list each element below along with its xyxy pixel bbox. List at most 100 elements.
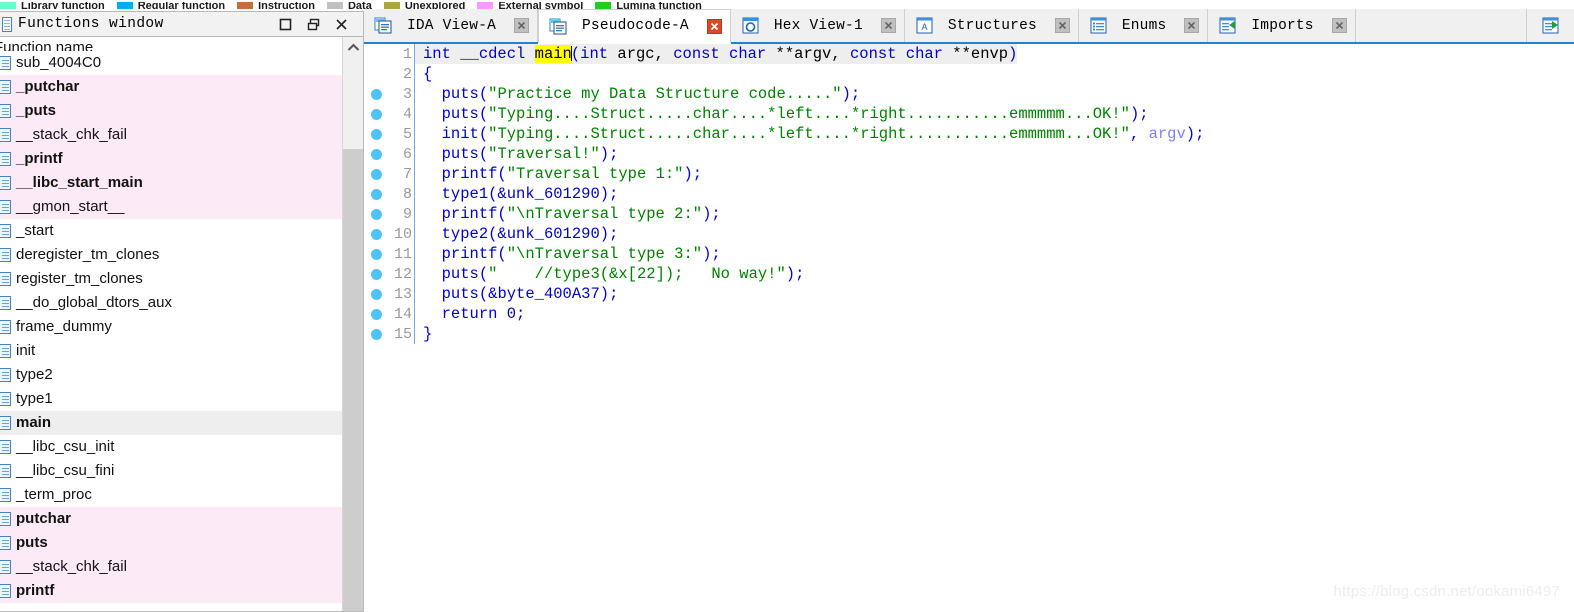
tab-close-icon[interactable] (706, 18, 722, 34)
code-line[interactable]: 11 printf("\nTraversal type 3:"); (364, 244, 1574, 264)
breakpoint-marker-icon[interactable] (364, 148, 388, 160)
breakpoint-marker-icon[interactable] (364, 248, 388, 260)
breakpoint-marker-icon[interactable] (364, 288, 388, 300)
code-line[interactable]: 3 puts("Practice my Data Structure code.… (364, 84, 1574, 104)
tab-enums[interactable]: Enums (1078, 9, 1209, 42)
code-line[interactable]: 12 puts(" //type3(&x[22]); No way!"); (364, 264, 1574, 284)
function-list-item[interactable]: __stack_chk_fail (0, 555, 342, 579)
legend-item: Data (326, 0, 384, 9)
function-list-item[interactable]: _putchar (0, 75, 342, 99)
legend-swatch (477, 2, 494, 9)
function-list-item[interactable]: __do_global_dtors_aux (0, 291, 342, 315)
function-list-item[interactable]: _printf (0, 147, 342, 171)
tab-exports[interactable] (1526, 9, 1574, 42)
pseudocode-editor[interactable]: 1 int __cdecl main(int argc, const char *… (364, 44, 1574, 612)
function-icon (0, 152, 11, 166)
tab-close-icon[interactable] (1184, 18, 1200, 33)
restore-button[interactable] (299, 13, 327, 35)
function-list-item[interactable]: puts (0, 531, 342, 555)
function-list-item[interactable]: __stack_chk_fail (0, 123, 342, 147)
line-number: 7 (402, 165, 412, 183)
code-token: ); (599, 185, 619, 203)
code-line[interactable]: 13 puts(&byte_400A37); (364, 284, 1574, 304)
tab-imports[interactable]: Imports (1208, 9, 1356, 42)
function-list-item[interactable]: __libc_csu_init (0, 435, 342, 459)
function-list-item[interactable]: putchar (0, 507, 342, 531)
breakpoint-marker-icon[interactable] (364, 108, 388, 120)
code-line[interactable]: 5 init("Typing....Struct.....char....*le… (364, 124, 1574, 144)
function-list-item[interactable]: init (0, 339, 342, 363)
function-name-label: _start (16, 222, 54, 239)
tab-close-icon[interactable] (1054, 18, 1070, 33)
function-list-item[interactable]: frame_dummy (0, 315, 342, 339)
function-list-item[interactable]: __gmon_start__ (0, 195, 342, 219)
code-line[interactable]: 14 return 0; (364, 304, 1574, 324)
view-icon (374, 16, 393, 35)
line-number: 12 (393, 265, 412, 283)
function-list-item[interactable]: main (0, 411, 342, 435)
breakpoint-marker-icon[interactable] (364, 168, 388, 180)
code-token: "Practice my Data Structure code....." (488, 85, 842, 103)
functions-window-titlebar: Functions window (0, 11, 364, 37)
function-list-item[interactable]: __libc_start_main (0, 171, 342, 195)
function-list-item[interactable]: type2 (0, 363, 342, 387)
function-list-item[interactable]: printf (0, 579, 342, 603)
code-token: " //type3(&x[22]); No way!" (488, 265, 786, 283)
code-token: "\nTraversal type 2:" (506, 205, 703, 223)
breakpoint-marker-icon[interactable] (364, 208, 388, 220)
function-list-item[interactable]: _puts (0, 99, 342, 123)
code-line[interactable]: 2{ (364, 64, 1574, 84)
function-list-item[interactable]: type1 (0, 387, 342, 411)
code-line[interactable]: 10 type2(&unk_601290); (364, 224, 1574, 244)
function-icon (0, 392, 11, 406)
maximize-button[interactable] (271, 13, 299, 35)
code-line[interactable]: 1 int __cdecl main(int argc, const char *… (364, 44, 1574, 64)
code-token: ); (702, 205, 721, 223)
tab-pseudocode-a[interactable]: Pseudocode-A (538, 9, 731, 44)
breakpoint-marker-icon[interactable] (364, 328, 388, 340)
code-line[interactable]: 7 printf("Traversal type 1:"); (364, 164, 1574, 184)
code-line[interactable]: 8 type1(&unk_601290); (364, 184, 1574, 204)
function-list-item[interactable]: __libc_csu_fini (0, 459, 342, 483)
close-button[interactable] (327, 13, 355, 35)
tab-close-icon[interactable] (514, 18, 530, 33)
scroll-up-arrow-icon[interactable] (343, 37, 363, 57)
function-icon (0, 248, 11, 262)
function-list-item[interactable]: register_tm_clones (0, 267, 342, 291)
breakpoint-marker-icon[interactable] (364, 88, 388, 100)
function-list-item[interactable]: _start (0, 219, 342, 243)
code-line[interactable]: 9 printf("\nTraversal type 2:"); (364, 204, 1574, 224)
functions-list[interactable]: sub_4004C0 _putchar _puts __stack_chk_fail _… (0, 51, 342, 611)
breakpoint-marker-icon[interactable] (364, 268, 388, 280)
tab-ida-view-a[interactable]: IDA View-A (364, 9, 539, 42)
breakpoint-marker-icon[interactable] (364, 128, 388, 140)
function-list-item[interactable]: deregister_tm_clones (0, 243, 342, 267)
code-line[interactable]: 15} (364, 324, 1574, 344)
code-token: (& (488, 225, 507, 243)
tab-label: Enums (1121, 17, 1167, 34)
function-list-item[interactable]: _term_proc (0, 483, 342, 507)
code-line[interactable]: 6 puts("Traversal!"); (364, 144, 1574, 164)
breakpoint-marker-icon[interactable] (364, 188, 388, 200)
functions-list-scrollbar[interactable] (342, 37, 363, 611)
tab-hex-view-1[interactable]: Hex View-1 (730, 9, 905, 42)
function-icon (0, 176, 11, 190)
code-token: puts (441, 105, 479, 123)
code-line[interactable]: 4 puts("Typing....Struct.....char....*le… (364, 104, 1574, 124)
legend-swatch (0, 2, 16, 9)
svg-text:A: A (921, 22, 927, 32)
code-token: const char (849, 45, 953, 63)
function-list-item[interactable]: sub_4004C0 (0, 51, 342, 75)
legend-label: Data (347, 2, 372, 9)
scrollbar-thumb[interactable] (343, 149, 363, 611)
breakpoint-marker-icon[interactable] (364, 228, 388, 240)
breakpoint-dot-icon (370, 148, 382, 160)
tab-close-icon[interactable] (880, 18, 896, 33)
breakpoint-marker-icon[interactable] (364, 308, 388, 320)
code-token: , (831, 45, 850, 63)
tab-close-icon[interactable] (1331, 18, 1347, 33)
tab-structures[interactable]: A Structures (904, 9, 1079, 42)
